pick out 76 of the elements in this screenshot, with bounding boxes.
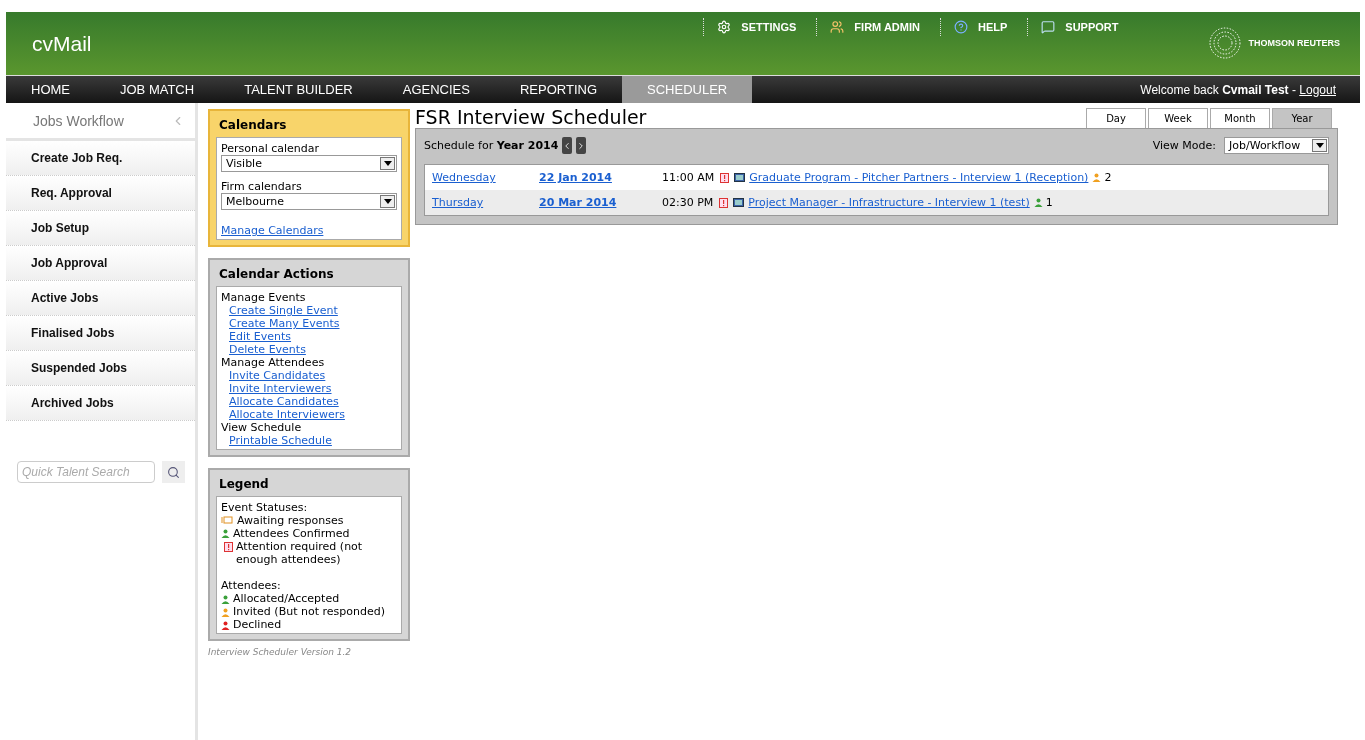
- action-link[interactable]: Allocate Candidates: [221, 395, 339, 408]
- alert-icon: [719, 197, 729, 208]
- sidebar-title: Jobs Workflow: [33, 112, 124, 129]
- dropdown[interactable]: Visible: [221, 155, 397, 172]
- action-link[interactable]: Delete Events: [221, 343, 306, 356]
- legend-label: Declined: [233, 618, 282, 631]
- legend-label: Awaiting responses: [237, 514, 344, 527]
- nav-tab[interactable]: AGENCIES: [377, 76, 495, 103]
- header-link[interactable]: FIRM ADMIN: [816, 18, 940, 36]
- legend-heading: Event Statuses:: [221, 501, 309, 514]
- event-time: 11:00 AM: [662, 171, 715, 184]
- attendee-count: 1: [1045, 196, 1053, 209]
- action-link[interactable]: Allocate Interviewers: [221, 408, 345, 421]
- view-tab[interactable]: Year: [1272, 108, 1332, 128]
- monitor-icon: [734, 172, 746, 183]
- event-link[interactable]: Project Manager - Infrastructure - Interview 1 (test): [748, 196, 1030, 209]
- version-text: Interview Scheduler Version 1.2: [208, 647, 353, 657]
- search-button[interactable]: [162, 461, 185, 483]
- action-link[interactable]: Create Single Event: [221, 304, 338, 317]
- help-icon: [953, 20, 968, 34]
- brand-name: THOMSON REUTERS: [1248, 38, 1340, 48]
- action-link[interactable]: Invite Interviewers: [221, 382, 332, 395]
- action-link[interactable]: Printable Schedule: [221, 434, 332, 447]
- header-link[interactable]: SETTINGS: [703, 18, 817, 36]
- globe-logo-icon: [1208, 26, 1243, 60]
- nav-tab[interactable]: HOME: [6, 76, 95, 103]
- panel-title: Legend: [218, 476, 270, 493]
- alert-icon: [224, 542, 233, 552]
- nav-tab[interactable]: REPORTING: [494, 76, 622, 103]
- logout-link[interactable]: Logout: [1299, 82, 1336, 97]
- event-link[interactable]: Graduate Program - Pitcher Partners - Interview 1 (Reception): [749, 171, 1089, 184]
- panel-title: Calendar Actions: [218, 266, 335, 283]
- day-link[interactable]: Wednesday: [432, 171, 496, 184]
- search-field[interactable]: Quick Talent Search: [17, 461, 155, 483]
- header-link[interactable]: SUPPORT: [1027, 18, 1139, 36]
- panel-title: Calendars: [218, 117, 288, 134]
- manage-link[interactable]: Manage Calendars: [221, 224, 324, 237]
- group-heading: View Schedule: [221, 421, 303, 434]
- nav-tab[interactable]: TALENT BUILDER: [219, 76, 378, 103]
- date-link[interactable]: 22 Jan 2014: [539, 171, 612, 184]
- legend-heading: Attendees:: [221, 579, 282, 592]
- legend-label: Attendees Confirmed: [233, 527, 350, 540]
- event-time: 02:30 PM: [662, 196, 714, 209]
- view-tab[interactable]: Week: [1148, 108, 1208, 128]
- group-heading: Manage Events: [221, 291, 307, 304]
- field-label: Firm calendars: [221, 180, 303, 193]
- welcome-text: Welcome back Cvmail Test - Logout: [1140, 82, 1337, 97]
- legend-label: Attention required (not enough attendees): [236, 540, 364, 566]
- schedule-period: Schedule for Year 2014: [424, 139, 559, 152]
- legend-label: Allocated/Accepted: [233, 592, 340, 605]
- view-mode-label: View Mode:: [1152, 139, 1216, 152]
- dropdown[interactable]: Melbourne: [221, 193, 397, 210]
- nav-tab[interactable]: JOB MATCH: [95, 76, 220, 103]
- attendee-count: 2: [1104, 171, 1112, 184]
- action-link[interactable]: Create Many Events: [221, 317, 340, 330]
- action-link[interactable]: Invite Candidates: [221, 369, 326, 382]
- view-tab[interactable]: Day: [1086, 108, 1146, 128]
- envelope-icon: [221, 516, 233, 525]
- next-button[interactable]: [576, 137, 587, 154]
- people-icon: [830, 20, 845, 34]
- chat-icon: [1041, 20, 1056, 34]
- dropdown[interactable]: Job/Workflow: [1224, 137, 1329, 154]
- app-logo: cvMail: [32, 32, 92, 56]
- action-link[interactable]: Edit Events: [221, 330, 292, 343]
- previous-button[interactable]: [562, 137, 573, 154]
- header-link[interactable]: HELP: [939, 18, 1028, 36]
- alert-icon: [720, 172, 730, 183]
- day-link[interactable]: Thursday: [432, 196, 484, 209]
- view-tab[interactable]: Month: [1210, 108, 1270, 128]
- date-link[interactable]: 20 Mar 2014: [539, 196, 617, 209]
- group-heading: Manage Attendees: [221, 356, 326, 369]
- field-label: Personal calendar: [221, 142, 321, 155]
- settings-icon: [717, 20, 732, 34]
- monitor-icon: [733, 197, 745, 208]
- legend-label: Invited (But not responded): [233, 605, 385, 618]
- page-title: FSR Interview Scheduler: [415, 106, 647, 128]
